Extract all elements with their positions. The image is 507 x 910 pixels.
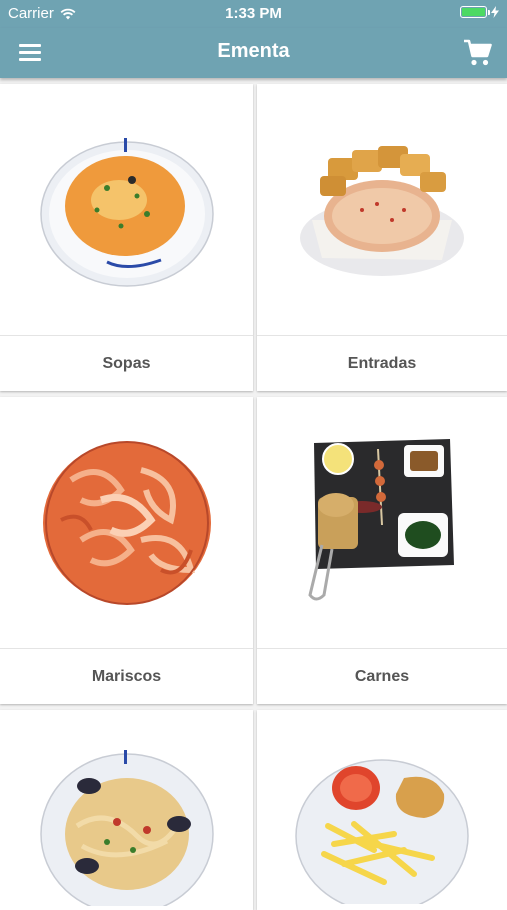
category-label-entradas: Entradas xyxy=(257,335,507,391)
bolt-icon xyxy=(491,6,499,18)
category-image-pasta xyxy=(0,710,253,910)
nav-bar: Ementa xyxy=(0,28,507,78)
status-right xyxy=(460,6,499,18)
page-title: Ementa xyxy=(217,40,290,62)
category-card-entradas[interactable]: Entradas xyxy=(257,84,507,391)
category-image-entradas xyxy=(257,84,507,335)
shopping-cart-icon[interactable] xyxy=(463,39,493,67)
bread-starter-image xyxy=(300,145,464,276)
category-image-mariscos xyxy=(0,397,253,648)
category-card-sopas[interactable]: Sopas xyxy=(0,84,253,391)
category-label-mariscos: Mariscos xyxy=(0,648,253,704)
meat-slate-image xyxy=(308,439,454,601)
category-image-sopas xyxy=(0,84,253,335)
schnitzel-fries-plate-image xyxy=(295,759,469,904)
shrimp-platter-image xyxy=(42,440,211,605)
category-card-pasta[interactable] xyxy=(0,710,253,910)
battery-level xyxy=(462,8,485,16)
pasta-plate-image xyxy=(39,750,214,906)
category-card-mariscos[interactable]: Mariscos xyxy=(0,397,253,704)
status-bar: Carrier 1:33 PM xyxy=(0,0,507,28)
category-card-carnes[interactable]: Carnes xyxy=(257,397,507,704)
category-image-carnes xyxy=(257,397,507,648)
category-label-carnes: Carnes xyxy=(257,648,507,704)
status-time: 1:33 PM xyxy=(225,5,282,22)
category-image-schnitzel xyxy=(257,710,507,910)
category-card-schnitzel[interactable] xyxy=(257,710,507,910)
category-label-sopas: Sopas xyxy=(0,335,253,391)
battery-icon xyxy=(460,6,490,18)
soup-plate-image xyxy=(39,137,214,287)
